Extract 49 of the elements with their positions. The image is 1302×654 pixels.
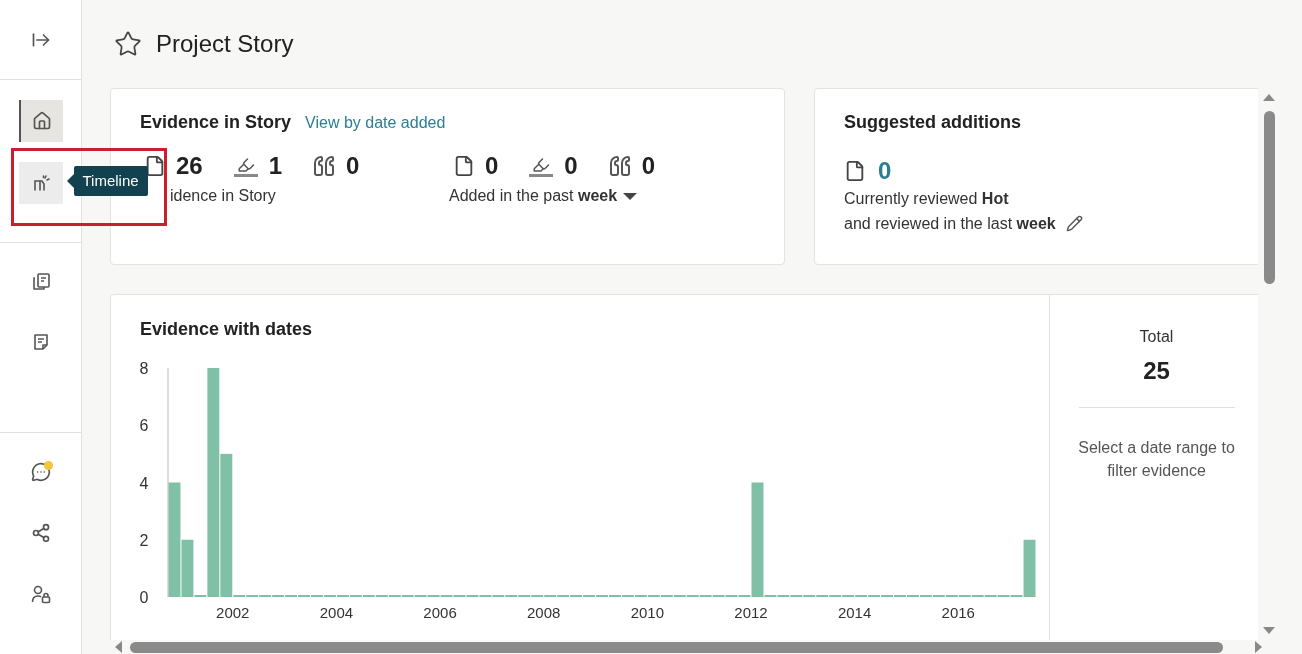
- document-icon: [844, 159, 866, 183]
- edit-icon[interactable]: [1065, 215, 1083, 232]
- criteria-text: and reviewed in the last week: [844, 213, 1056, 234]
- caret-icon[interactable]: [623, 192, 638, 200]
- x-tick-label: 2014: [837, 604, 872, 621]
- page-title: Project Story: [156, 29, 294, 59]
- card-title: Evidence with dates: [140, 318, 314, 341]
- highlighter-icon: [232, 155, 259, 177]
- tooltip-text: Timeline: [82, 170, 139, 191]
- count-label: Added in the past week: [449, 186, 618, 206]
- x-tick-label: 2008: [527, 604, 561, 621]
- y-tick-label: 4: [139, 474, 149, 492]
- hint-text: Select a date range to filter evidence: [1077, 438, 1236, 481]
- y-tick-label: 6: [139, 417, 149, 435]
- x-tick-label: 2012: [734, 604, 768, 621]
- document-icon: [453, 154, 475, 178]
- count-label: idence in Story: [170, 186, 276, 206]
- highlighter-icon: [528, 155, 555, 177]
- user-lock-icon: [29, 583, 52, 605]
- quote-icon: [607, 154, 632, 178]
- sidebar-button[interactable]: [18, 162, 63, 204]
- total-label: Total: [1139, 327, 1174, 347]
- y-tick-label: 8: [139, 360, 149, 377]
- total-value: 25: [1143, 356, 1170, 386]
- quote-icon: [312, 154, 337, 178]
- x-tick-label: 2006: [423, 604, 457, 621]
- count-value: 0: [564, 151, 578, 181]
- y-tick-label: 0: [139, 589, 149, 606]
- criteria-text: Currently reviewed Hot: [844, 188, 1009, 209]
- x-tick-label: 2010: [630, 604, 665, 621]
- x-tick-label: 2016: [941, 604, 975, 621]
- count-value: 1: [268, 151, 283, 181]
- card-title: Suggested additions: [844, 111, 1022, 134]
- document-icon: [144, 154, 166, 178]
- favorite-star-icon[interactable]: [114, 30, 142, 58]
- share-icon: [30, 523, 51, 543]
- chat-icon: [30, 462, 51, 482]
- count-value: 26: [176, 151, 203, 181]
- x-tick-label: 2002: [216, 604, 250, 621]
- count-value: 0: [641, 151, 656, 181]
- suggested-count[interactable]: 0: [878, 153, 892, 189]
- view-by-date-link[interactable]: View by date added: [305, 111, 446, 135]
- x-tick-label: 2004: [319, 604, 354, 621]
- home-icon: [31, 111, 52, 131]
- count-value: 0: [485, 151, 499, 181]
- card-title: Evidence in Story: [140, 111, 292, 134]
- sidebar-button[interactable]: [18, 100, 63, 142]
- count-value: 0: [346, 151, 360, 181]
- y-tick-label: 2: [139, 531, 149, 549]
